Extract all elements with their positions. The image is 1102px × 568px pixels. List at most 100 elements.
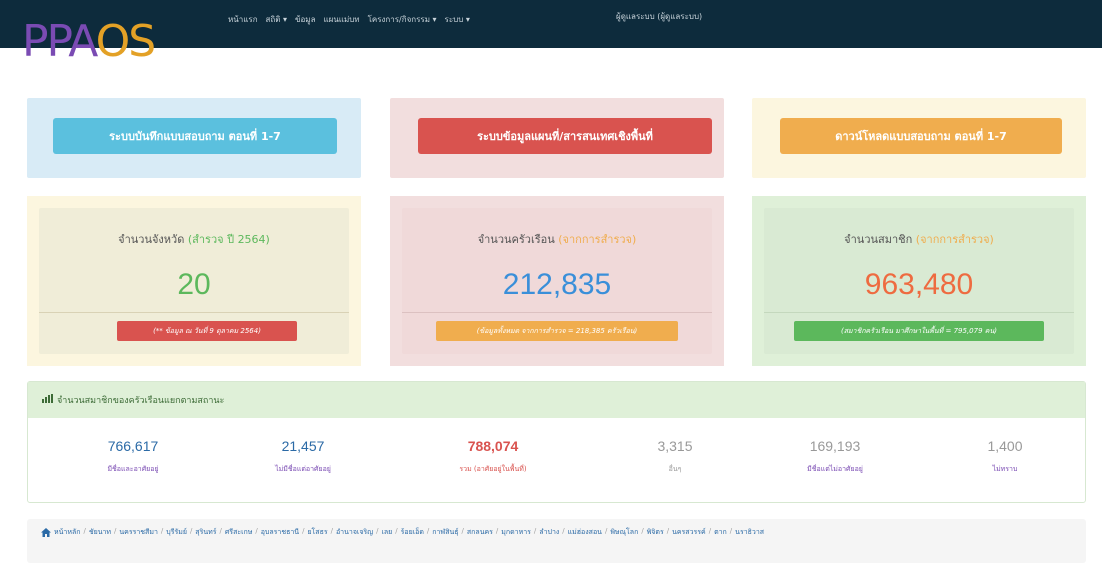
crumb-separator: / [533,527,537,535]
member-count-card: จำนวนสมาชิก (จากการสำรวจ) 963,480 (สมาชิ… [752,196,1086,366]
survey-entry-button[interactable]: ระบบบันทึกแบบสอบถาม ตอนที่ 1-7 [53,118,337,154]
crumb-separator: / [302,527,305,535]
top-navbar: หน้าแรก สถิติ ▾ ข้อมูล แผนแม่บท โครงการ/… [0,0,1102,48]
crumb-separator: / [666,527,670,535]
members-status-title: จำนวนสมาชิกของครัวเรือนแยกตามสถานะ [57,396,225,406]
province-count-badge: (** ข้อมูล ณ วันที่ 9 ตุลาคม 2564) [117,321,297,341]
crumb-separator: / [160,527,164,535]
survey-entry-panel: ระบบบันทึกแบบสอบถาม ตอนที่ 1-7 [27,98,361,178]
household-count-value: 212,835 [502,268,612,301]
crumb-separator: / [562,527,565,535]
status-label: รวม (อาศัยอยู่ในพื้นที่) [459,465,527,473]
status-col-total: 788,074 รวม (อาศัยอยู่ในพื้นที่) [418,438,568,475]
crumb-separator: / [729,527,733,535]
member-count-inner: จำนวนสมาชิก (จากการสำรวจ) 963,480 (สมาชิ… [764,208,1074,354]
province-count-note: (สำรวจ ปี 2564) [187,233,270,246]
nav-item-home[interactable]: หน้าแรก [228,13,258,26]
crumb-province[interactable]: ลำปาง [539,527,559,538]
divider [39,312,349,313]
member-count-label: จำนวนสมาชิก [844,233,913,246]
crumb-province[interactable]: ยโสธร [307,527,327,538]
crumb-province[interactable]: แม่ฮ่องสอน [568,527,602,538]
nav-item-statistics[interactable]: สถิติ ▾ [266,13,287,26]
household-count-badge: (ข้อมูลทั้งหมด จากการสำรวจ = 218,385 ครั… [436,321,678,341]
crumb-province[interactable]: อุบลราชธานี [261,527,299,538]
province-count-inner: จำนวนจังหวัด (สำรวจ ปี 2564) 20 (** ข้อม… [39,208,349,354]
gis-system-panel: ระบบข้อมูลแผนที่/สารสนเทศเชิงพื้นที่ [390,98,724,178]
member-count-value: 963,480 [864,268,974,301]
crumb-province[interactable]: อำนาจเจริญ [336,527,373,538]
download-survey-panel: ดาวน์โหลดแบบสอบถาม ตอนที่ 1-7 [752,98,1086,178]
nav-item-system[interactable]: ระบบ ▾ [445,13,470,26]
crumb-province[interactable]: สุรินทร์ [195,527,216,538]
crumb-province[interactable]: สกลนคร [467,527,493,538]
crumb-province[interactable]: ชัยนาท [89,527,111,538]
nav-item-projects[interactable]: โครงการ/กิจกรรม ▾ [368,13,437,26]
crumb-separator: / [395,527,398,535]
crumb-separator: / [641,527,644,535]
status-label: มีชื่อและอาศัยอยู่ [107,465,159,473]
member-count-badge: (สมาชิกครัวเรือน มาศึกษาในพื้นที่ = 795,… [794,321,1044,341]
status-value: 788,074 [467,438,519,454]
crumb-separator: / [219,527,222,535]
home-icon[interactable] [41,527,51,538]
household-count-title: จำนวนครัวเรือน (จากการสำรวจ) [402,230,712,248]
crumb-separator: / [461,527,464,535]
crumb-province[interactable]: ศรีสะเกษ [225,527,252,538]
divider [402,312,712,313]
crumb-home[interactable]: หน้าหลัก [54,527,80,538]
status-col-resident: 766,617 มีชื่อและอาศัยอยู่ [58,438,208,475]
crumb-province[interactable]: นราธิวาส [735,527,764,538]
members-status-header: จำนวนสมาชิกของครัวเรือนแยกตามสถานะ [28,382,1085,418]
status-col-unknown: 1,400 ไม่ทราบ [930,438,1080,475]
download-survey-button[interactable]: ดาวน์โหลดแบบสอบถาม ตอนที่ 1-7 [780,118,1062,154]
logo-text-ppa: PPA [22,16,98,67]
gis-system-button[interactable]: ระบบข้อมูลแผนที่/สารสนเทศเชิงพื้นที่ [418,118,712,154]
site-logo[interactable]: PPAOS [22,20,156,64]
member-count-note: (จากการสำรวจ) [915,233,994,246]
province-count-value: 20 [177,268,211,301]
crumb-separator: / [83,527,86,535]
crumb-separator: / [426,527,430,535]
crumb-separator: / [114,527,117,535]
household-count-note: (จากการสำรวจ) [558,233,637,246]
status-label: อื่นๆ [668,465,682,473]
main-nav: หน้าแรก สถิติ ▾ ข้อมูล แผนแม่บท โครงการ/… [228,10,470,28]
crumb-province[interactable]: มุกดาหาร [501,527,531,538]
logo-text-os: OS [95,16,157,67]
crumb-separator: / [495,527,499,535]
status-value: 766,617 [107,438,159,454]
members-status-panel: จำนวนสมาชิกของครัวเรือนแยกตามสถานะ 766,6… [27,381,1086,503]
crumb-province[interactable]: กาฬสินธุ์ [432,527,458,538]
province-count-card: จำนวนจังหวัด (สำรวจ ปี 2564) 20 (** ข้อม… [27,196,361,366]
status-value: 169,193 [809,438,861,454]
status-value: 21,457 [281,438,325,454]
status-col-other: 3,315 อื่นๆ [600,438,750,475]
status-col-registered-absent: 169,193 มีชื่อแต่ไม่อาศัยอยู่ [760,438,910,475]
bar-chart-icon [42,394,53,406]
crumb-province[interactable]: พิษณุโลก [610,527,638,538]
status-value: 3,315 [657,438,693,454]
province-breadcrumb: หน้าหลัก / ชัยนาท / นครราชสีมา / บุรีรัมย์ /… [27,519,1086,563]
nav-user-menu[interactable]: ผู้ดูแลระบบ (ผู้ดูแลระบบ) [616,10,702,23]
crumb-province[interactable]: ตาก [714,527,727,538]
nav-item-masterplan[interactable]: แผนแม่บท [323,13,359,26]
nav-item-data[interactable]: ข้อมูล [295,13,315,26]
status-col-unregistered-resident: 21,457 ไม่มีชื่อแต่อาศัยอยู่ [228,438,378,475]
household-count-inner: จำนวนครัวเรือน (จากการสำรวจ) 212,835 (ข้… [402,208,712,354]
member-count-title: จำนวนสมาชิก (จากการสำรวจ) [764,230,1074,248]
crumb-province[interactable]: บุรีรัมย์ [166,527,187,538]
crumb-province[interactable]: นครราชสีมา [119,527,158,538]
province-count-label: จำนวนจังหวัด [118,233,185,246]
crumb-separator: / [604,527,608,535]
crumb-province[interactable]: ร้อยเอ็ด [401,527,424,538]
crumb-province[interactable]: นครสวรรค์ [672,527,706,538]
household-count-label: จำนวนครัวเรือน [477,233,555,246]
crumb-separator: / [330,527,333,535]
status-label: มีชื่อแต่ไม่อาศัยอยู่ [807,465,863,473]
crumb-separator: / [708,527,712,535]
status-value: 1,400 [987,438,1023,454]
crumb-province[interactable]: เลย [382,527,393,538]
household-count-card: จำนวนครัวเรือน (จากการสำรวจ) 212,835 (ข้… [390,196,724,366]
crumb-province[interactable]: พิจิตร [647,527,664,538]
